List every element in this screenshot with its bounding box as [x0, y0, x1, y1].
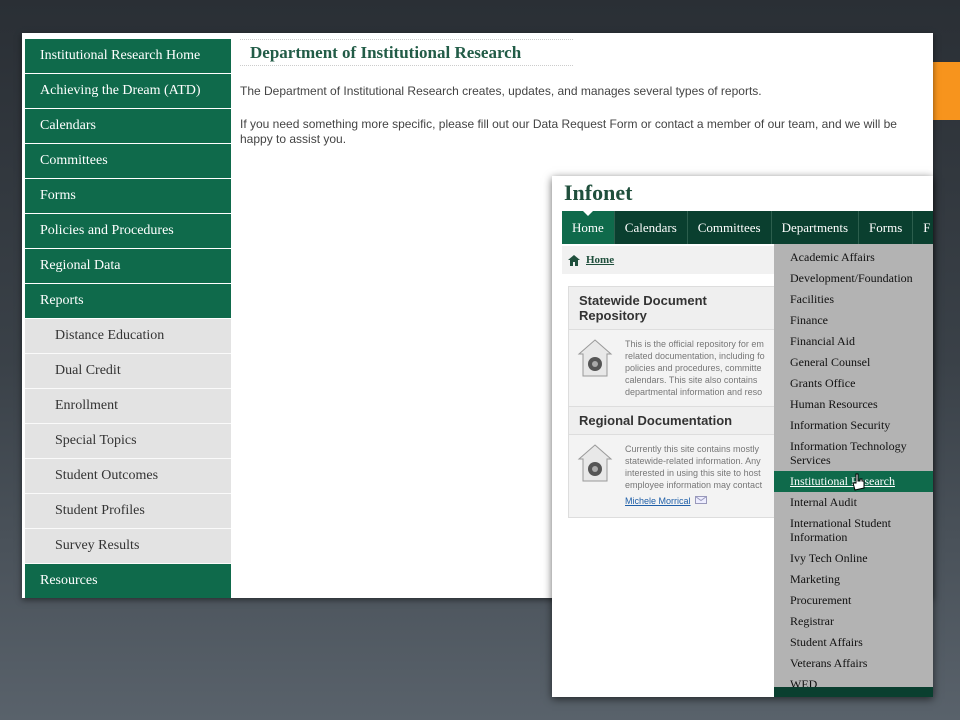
sidebar-item[interactable]: Achieving the Dream (ATD) [25, 74, 231, 109]
department-menu-item[interactable]: Financial Aid [774, 331, 933, 352]
sidebar-item[interactable]: Resources [25, 564, 231, 598]
nav-tab[interactable]: Departments [772, 211, 860, 244]
infonet-navbar: Home Calendars Committees Departments Forms F [562, 211, 933, 244]
infonet-logo: Infonet [564, 180, 633, 205]
sidebar-item[interactable]: Special Topics [25, 424, 231, 459]
dropdown-footer [774, 687, 933, 697]
nav-tab[interactable]: F [913, 211, 933, 244]
sidebar-item[interactable]: Student Outcomes [25, 459, 231, 494]
contact-paragraph: If you need something more specific, ple… [240, 117, 897, 146]
department-menu-item[interactable]: International Student Information [774, 513, 933, 548]
house-speaker-icon [577, 339, 613, 377]
department-menu-item[interactable]: Finance [774, 310, 933, 331]
department-menu-item[interactable]: Information Security [774, 415, 933, 436]
department-menu-item[interactable]: Grants Office [774, 373, 933, 394]
nav-tab[interactable]: Committees [688, 211, 772, 244]
panel-text: Currently this site contains mostly stat… [625, 444, 763, 490]
department-menu-item[interactable]: Information Technology Services [774, 436, 933, 471]
infonet-screenshot: Infonet Home Calendars Committees Departmen… [552, 176, 933, 697]
department-menu-item[interactable]: Internal Audit [774, 492, 933, 513]
regional-documentation-panel: Regional Documentation Currently this si… [568, 406, 778, 518]
intro-paragraph: The Department of Institutional Research… [240, 84, 762, 98]
panel-title: Statewide Document Repository [569, 287, 777, 330]
panel-text: This is the official repository for em r… [625, 339, 765, 397]
main-content: Department of Institutional Research The… [240, 39, 923, 147]
sidebar-item[interactable]: Survey Results [25, 529, 231, 564]
orange-accent-bar [933, 62, 960, 120]
sidebar-item[interactable]: Reports [25, 284, 231, 319]
breadcrumb: Home [562, 246, 792, 274]
department-menu-item[interactable]: Ivy Tech Online [774, 548, 933, 569]
department-menu-item[interactable]: Academic Affairs [774, 247, 933, 268]
sidebar-item[interactable]: Distance Education [25, 319, 231, 354]
sidebar-item[interactable]: Forms [25, 179, 231, 214]
sidebar-item[interactable]: Regional Data [25, 249, 231, 284]
nav-tab[interactable]: Forms [859, 211, 914, 244]
nav-tab[interactable]: Calendars [615, 211, 688, 244]
sidebar-item[interactable]: Dual Credit [25, 354, 231, 389]
department-menu-item[interactable]: Student Affairs [774, 632, 933, 653]
department-menu-item[interactable]: Facilities [774, 289, 933, 310]
email-icon[interactable] [694, 496, 707, 504]
statewide-repository-panel: Statewide Document Repository This is th… [568, 286, 778, 407]
sidebar-item[interactable]: Committees [25, 144, 231, 179]
hand-cursor-icon [852, 473, 865, 491]
department-menu-item[interactable]: Marketing [774, 569, 933, 590]
nav-tab[interactable]: Home [562, 211, 615, 244]
sidebar-item[interactable]: Institutional Research Home [25, 39, 231, 74]
sidebar-item[interactable]: Enrollment [25, 389, 231, 424]
sidebar-item[interactable]: Policies and Procedures [25, 214, 231, 249]
department-menu-item[interactable]: Human Resources [774, 394, 933, 415]
department-menu-item[interactable]: Development/Foundation [774, 268, 933, 289]
breadcrumb-home-link[interactable]: Home [586, 254, 614, 266]
sidebar-item[interactable]: Calendars [25, 109, 231, 144]
panel-title: Regional Documentation [569, 407, 777, 435]
house-speaker-icon [577, 444, 613, 482]
department-menu-item[interactable]: Registrar [774, 611, 933, 632]
department-menu-item[interactable]: Veterans Affairs [774, 653, 933, 674]
page-title: Department of Institutional Research [240, 39, 573, 66]
home-icon [568, 254, 580, 266]
departments-dropdown: Academic Affairs Development/Foundation Fa… [774, 244, 933, 697]
sidebar-nav: Institutional Research Home Achieving the… [25, 39, 231, 598]
sidebar-item[interactable]: Student Profiles [25, 494, 231, 529]
department-menu-item[interactable]: General Counsel [774, 352, 933, 373]
department-menu-item[interactable]: Procurement [774, 590, 933, 611]
contact-link[interactable]: Michele Morrical [625, 496, 691, 506]
